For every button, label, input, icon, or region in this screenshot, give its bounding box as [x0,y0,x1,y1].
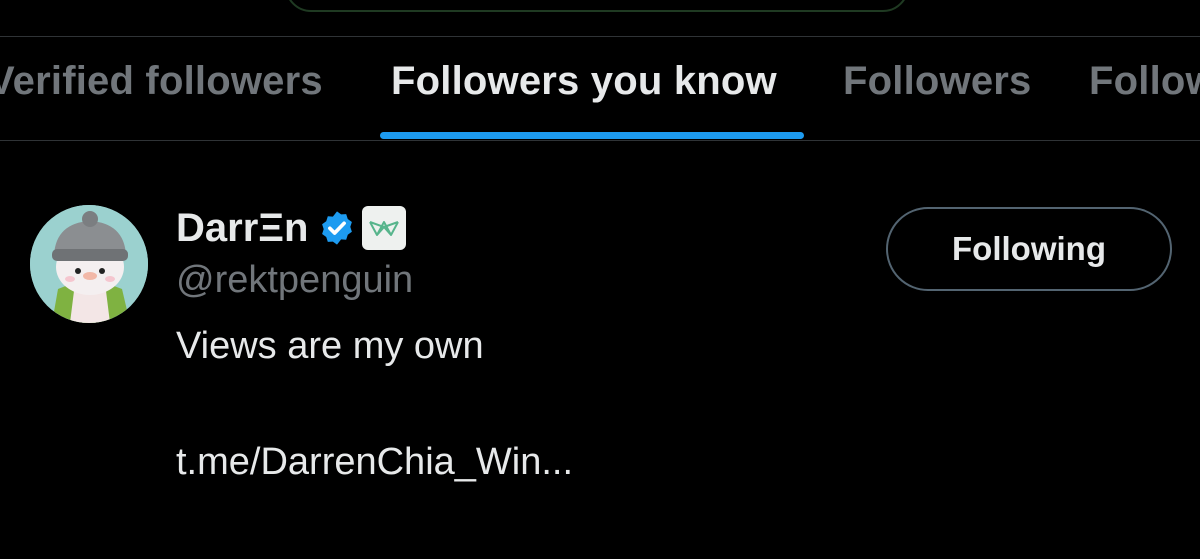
tab-following[interactable]: Following [1089,59,1200,104]
name-line: DarrΞn [176,205,407,251]
tab-followers-you-know[interactable]: Followers you know [391,59,777,104]
following-button[interactable]: Following [886,207,1172,291]
tab-followers[interactable]: Followers [843,59,1032,104]
user-cell[interactable]: DarrΞn @rektpenguin Views are my own t.m… [0,141,1200,559]
affiliation-logo-icon[interactable] [362,206,407,250]
active-tab-indicator [380,132,804,139]
verified-badge-icon [318,209,356,247]
penguin-avatar-icon[interactable] [30,205,148,323]
display-name[interactable]: DarrΞn [176,206,308,251]
follower-tabs: Verified followers Followers you know Fo… [0,37,1200,141]
top-search-pill[interactable] [285,0,909,12]
bio-link[interactable]: t.me/DarrenChia_Win... [176,441,573,484]
tab-verified-followers[interactable]: Verified followers [0,59,323,104]
user-handle[interactable]: @rektpenguin [176,259,413,302]
user-bio: Views are my own [176,325,484,367]
